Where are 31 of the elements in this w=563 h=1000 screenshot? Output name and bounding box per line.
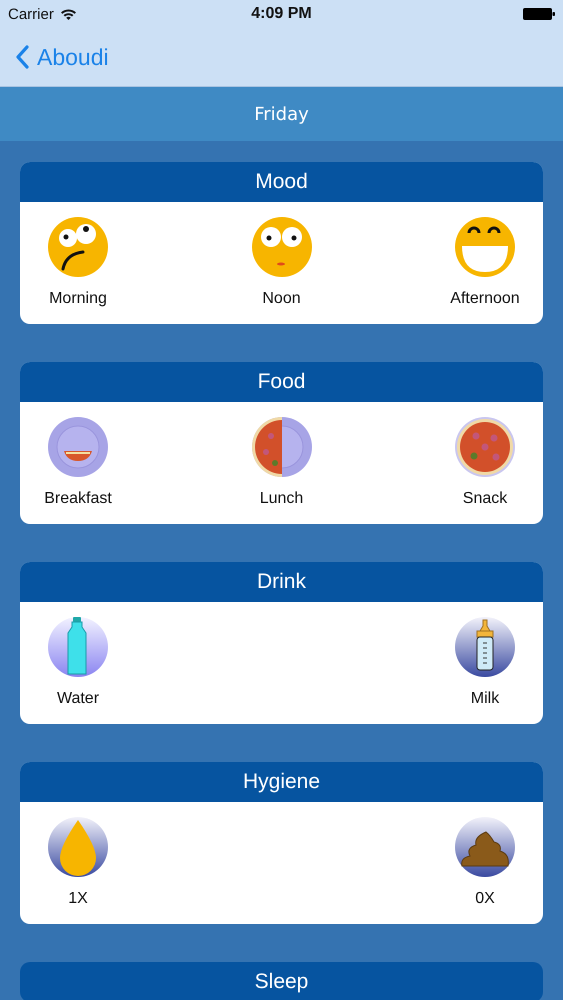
drop-icon[interactable] (47, 816, 109, 878)
baby-bottle-icon[interactable] (454, 616, 516, 678)
item-label: 0X (475, 890, 495, 908)
plate-half-icon[interactable] (250, 416, 312, 478)
section-title: Hygiene (242, 770, 320, 794)
poop-icon[interactable] (454, 816, 516, 878)
section-title: Sleep (254, 970, 308, 994)
back-chevron-icon (15, 45, 29, 69)
wifi-icon (60, 8, 77, 20)
item-label: Breakfast (44, 490, 112, 508)
plate-full-icon[interactable] (454, 416, 516, 478)
item-label: 1X (68, 890, 88, 908)
item-label: Snack (462, 490, 508, 508)
face-laughing-icon[interactable] (454, 216, 516, 278)
item-label: Lunch (260, 490, 304, 508)
section-title: Mood (255, 170, 308, 194)
item-label: Water (56, 690, 100, 708)
day-title: Friday (254, 104, 309, 124)
battery-icon (523, 8, 555, 20)
item-label: Morning (49, 290, 107, 308)
section-title: Drink (256, 570, 306, 594)
water-bottle-icon[interactable] (47, 616, 109, 678)
back-button[interactable]: Aboudi (15, 44, 109, 70)
item-label: Milk (470, 690, 500, 708)
plate-slice-icon[interactable] (47, 416, 109, 478)
status-time: 4:09 PM (250, 5, 313, 23)
section-title: Food (258, 370, 306, 394)
item-label: Noon (262, 290, 301, 308)
item-label: Afternoon (450, 290, 520, 308)
carrier-name: Carrier (8, 6, 54, 22)
face-worried-icon[interactable] (47, 216, 109, 278)
